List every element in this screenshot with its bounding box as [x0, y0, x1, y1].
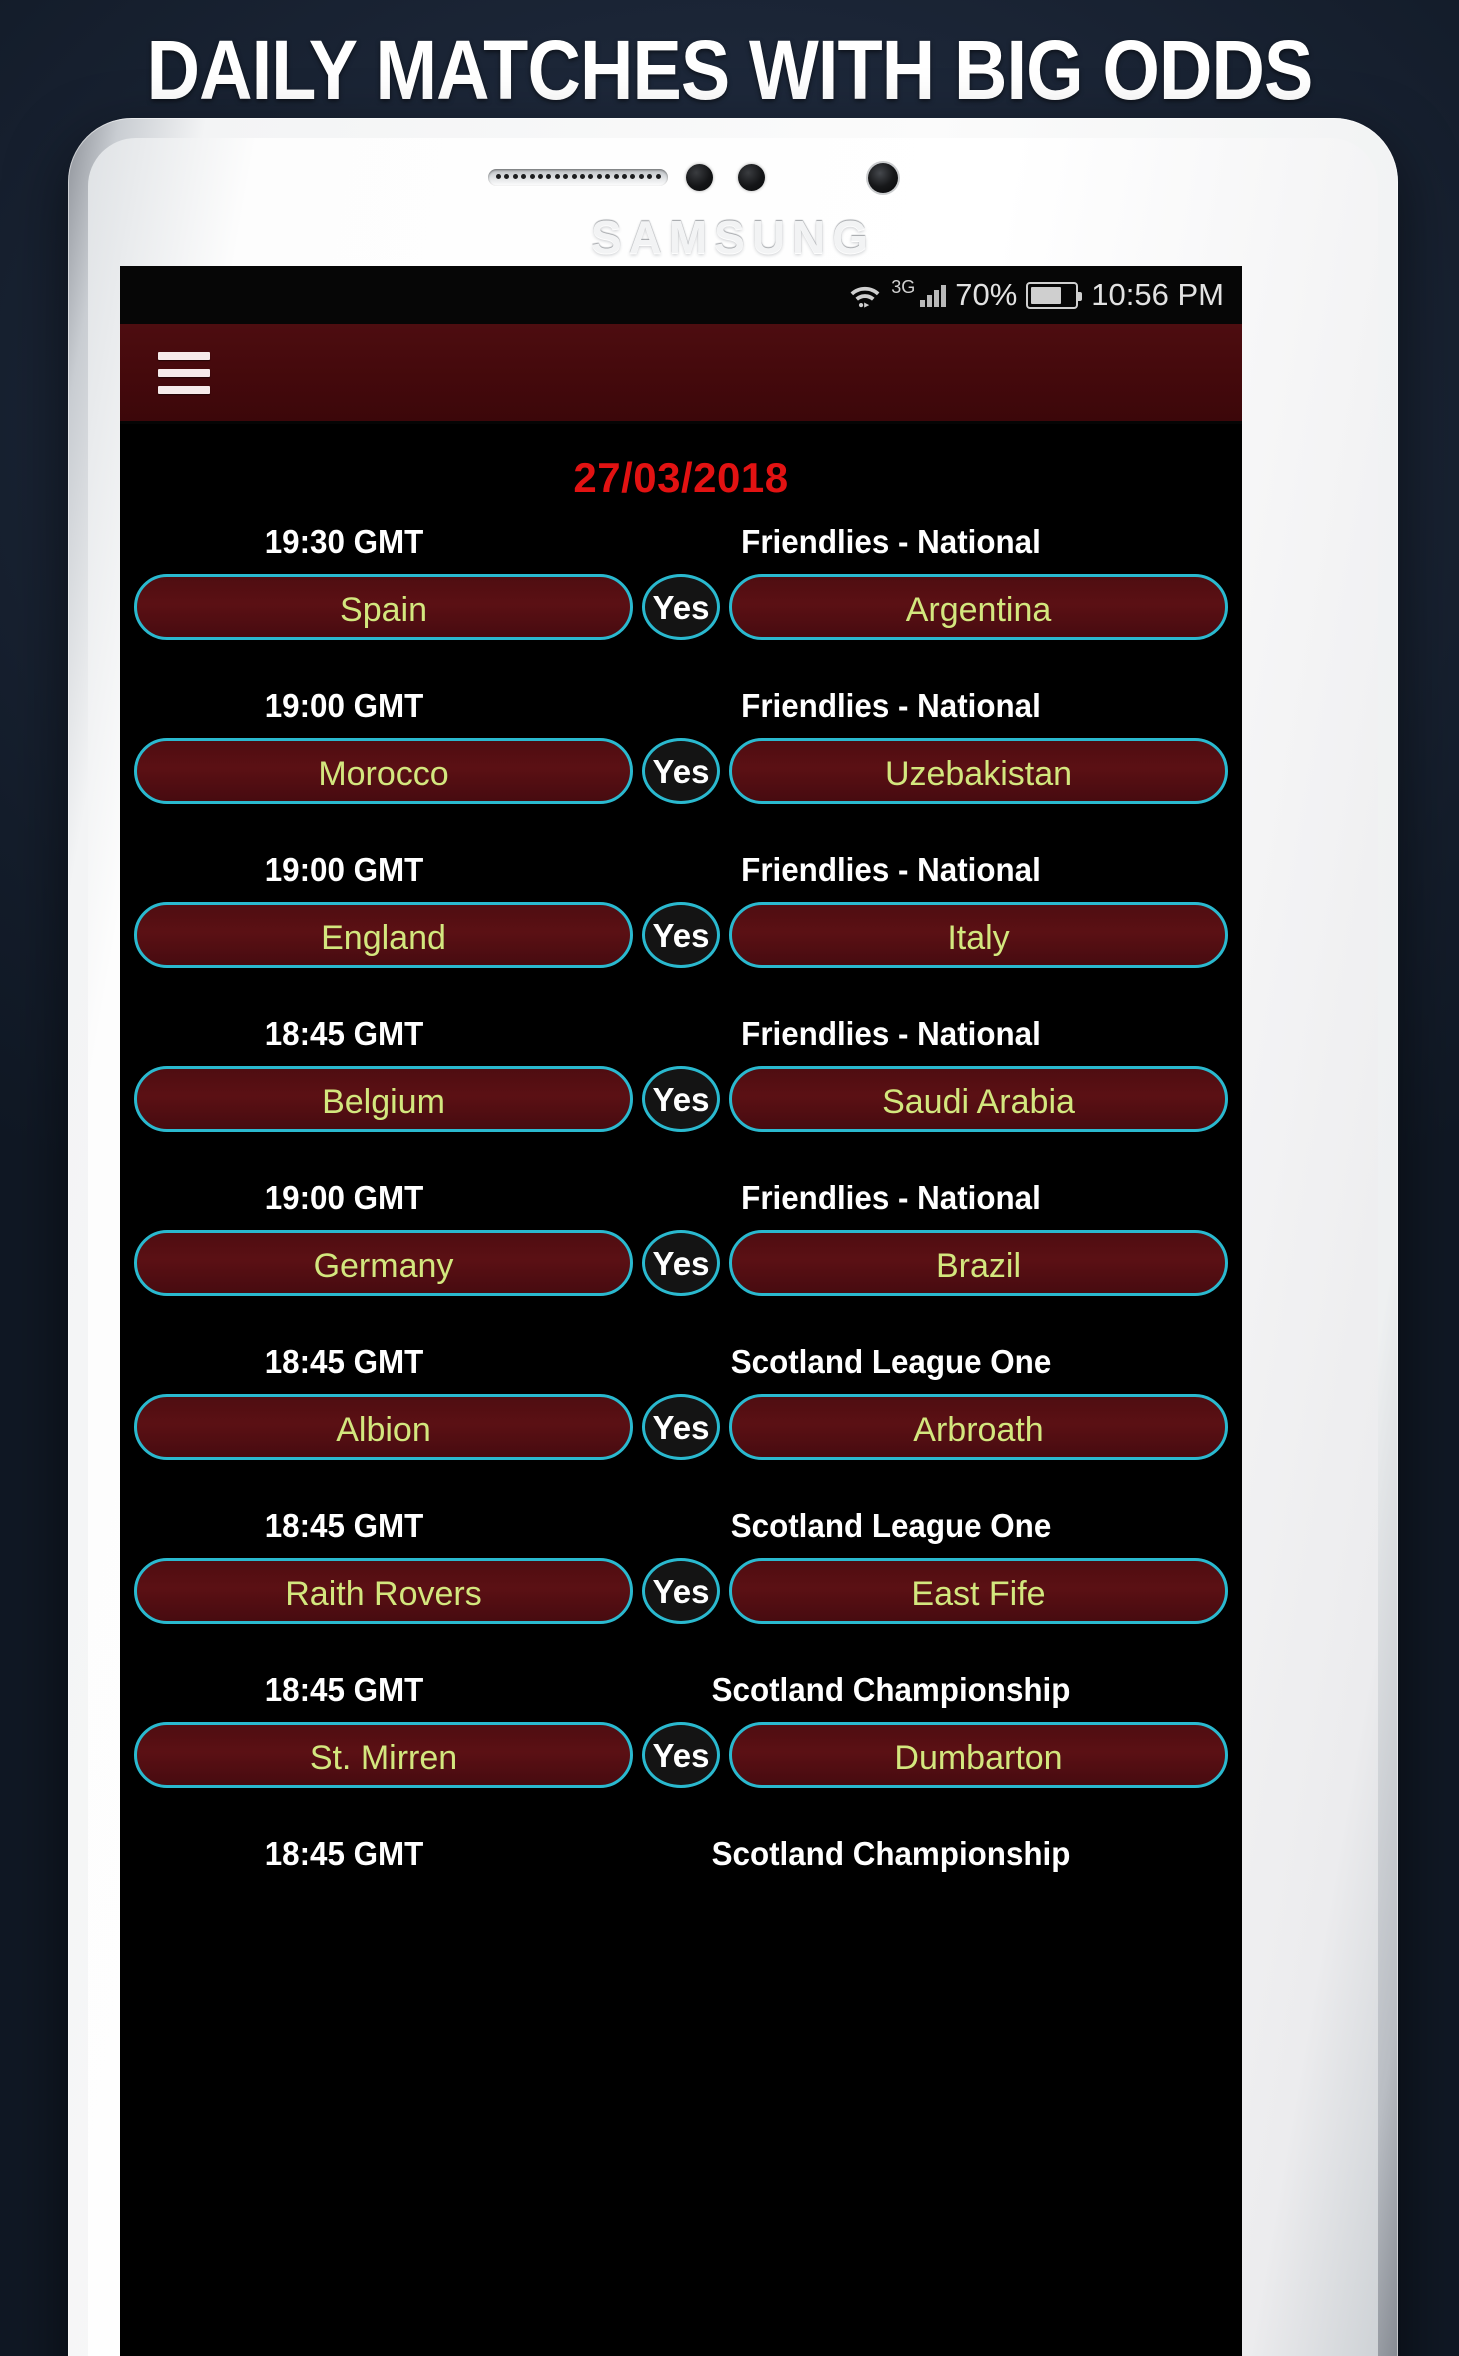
home-team-button[interactable]: Raith Rovers — [134, 1558, 633, 1624]
match-row: 18:45 GMT Scotland Championship St. Mirren… — [120, 1662, 1242, 1800]
network-type-label: 3G — [891, 277, 916, 297]
front-camera-icon — [868, 163, 898, 193]
match-kickoff-time: 19:00 GMT — [264, 851, 424, 888]
match-teams-row: Albion Yes Arbroath — [134, 1394, 1228, 1460]
phone-bezel: SAMSUNG 3G 70% 10:56 PM 27/03/2018 19:30… — [88, 138, 1378, 2356]
match-teams-row: Belgium Yes Saudi Arabia — [134, 1066, 1228, 1132]
match-kickoff-time: 19:00 GMT — [264, 1179, 424, 1216]
match-kickoff-time: 18:45 GMT — [264, 1343, 424, 1380]
battery-percent-label: 70% — [955, 277, 1018, 312]
match-teams-row: England Yes Italy — [134, 902, 1228, 968]
match-kickoff-time: 19:30 GMT — [264, 523, 424, 560]
match-separator — [120, 980, 1242, 1006]
match-row: 18:45 GMT Scotland League One Albion Yes Arb… — [120, 1334, 1242, 1472]
match-league-label: Friendlies - National — [741, 1015, 1041, 1052]
match-separator — [120, 652, 1242, 678]
yes-prediction-button[interactable]: Yes — [642, 574, 720, 640]
away-team-button[interactable]: Saudi Arabia — [729, 1066, 1228, 1132]
app-bar — [120, 324, 1242, 424]
yes-prediction-button[interactable]: Yes — [642, 1558, 720, 1624]
match-separator — [120, 1472, 1242, 1498]
match-teams-row: Germany Yes Brazil — [134, 1230, 1228, 1296]
match-row: 19:30 GMT Friendlies - National Spain Yes Ar… — [120, 514, 1242, 652]
match-header: 18:45 GMT Scotland Championship — [134, 1826, 1228, 1882]
match-list: 27/03/2018 19:30 GMT Friendlies - Nationa… — [120, 424, 1242, 1894]
away-team-button[interactable]: Italy — [729, 902, 1228, 968]
away-team-button[interactable]: East Fife — [729, 1558, 1228, 1624]
match-kickoff-time: 18:45 GMT — [264, 1015, 424, 1052]
match-separator — [120, 1636, 1242, 1662]
home-team-button[interactable]: Spain — [134, 574, 633, 640]
match-kickoff-time: 18:45 GMT — [264, 1835, 424, 1872]
yes-prediction-button[interactable]: Yes — [642, 1722, 720, 1788]
proximity-sensor-icon — [686, 164, 713, 191]
match-separator — [120, 1308, 1242, 1334]
match-header: 18:45 GMT Friendlies - National — [134, 1006, 1228, 1062]
match-league-label: Friendlies - National — [741, 687, 1041, 724]
status-bar: 3G 70% 10:56 PM — [120, 266, 1242, 324]
match-league-label: Scotland League One — [730, 1507, 1052, 1544]
away-team-button[interactable]: Uzebakistan — [729, 738, 1228, 804]
match-teams-row: Spain Yes Argentina — [134, 574, 1228, 640]
match-header: 19:00 GMT Friendlies - National — [134, 1170, 1228, 1226]
match-header: 18:45 GMT Scotland League One — [134, 1498, 1228, 1554]
hamburger-menu-icon[interactable] — [158, 351, 210, 394]
home-team-button[interactable]: St. Mirren — [134, 1722, 633, 1788]
match-league-label: Friendlies - National — [741, 523, 1041, 560]
match-kickoff-time: 19:00 GMT — [264, 687, 424, 724]
match-header: 19:00 GMT Friendlies - National — [134, 842, 1228, 898]
match-row: 19:00 GMT Friendlies - National Morocco Yes… — [120, 678, 1242, 816]
match-row: 18:45 GMT Friendlies - National Belgium Yes… — [120, 1006, 1242, 1144]
yes-prediction-button[interactable]: Yes — [642, 902, 720, 968]
promo-screenshot: DAILY MATCHES WITH BIG ODDS SAMSUNG 3G 7… — [0, 0, 1459, 2356]
battery-icon — [1026, 281, 1083, 309]
signal-bars-icon — [920, 283, 947, 307]
match-league-label: Scotland League One — [730, 1343, 1052, 1380]
yes-prediction-button[interactable]: Yes — [642, 1394, 720, 1460]
match-header: 18:45 GMT Scotland League One — [134, 1334, 1228, 1390]
match-header: 18:45 GMT Scotland Championship — [134, 1662, 1228, 1718]
match-league-label: Friendlies - National — [741, 1179, 1041, 1216]
away-team-button[interactable]: Argentina — [729, 574, 1228, 640]
match-teams-row: Morocco Yes Uzebakistan — [134, 738, 1228, 804]
match-league-label: Friendlies - National — [741, 851, 1041, 888]
light-sensor-icon — [738, 164, 765, 191]
match-league-label: Scotland Championship — [711, 1671, 1071, 1708]
match-kickoff-time: 18:45 GMT — [264, 1671, 424, 1708]
away-team-button[interactable]: Dumbarton — [729, 1722, 1228, 1788]
away-team-button[interactable]: Brazil — [729, 1230, 1228, 1296]
yes-prediction-button[interactable]: Yes — [642, 1230, 720, 1296]
match-teams-row: St. Mirren Yes Dumbarton — [134, 1722, 1228, 1788]
phone-screen: 3G 70% 10:56 PM 27/03/2018 19:30 GMT Fri… — [120, 266, 1242, 2356]
date-header: 27/03/2018 — [573, 454, 789, 501]
matches-container: 19:30 GMT Friendlies - National Spain Yes Ar… — [120, 514, 1242, 1894]
match-separator — [120, 1800, 1242, 1826]
match-row: 19:00 GMT Friendlies - National Germany Yes… — [120, 1170, 1242, 1308]
match-teams-row: Raith Rovers Yes East Fife — [134, 1558, 1228, 1624]
earpiece-speaker-icon — [488, 169, 668, 186]
match-row: 18:45 GMTScotland ChampionshipYes — [120, 1826, 1242, 1894]
away-team-button[interactable]: Arbroath — [729, 1394, 1228, 1460]
match-separator — [120, 816, 1242, 842]
phone-device-frame: SAMSUNG 3G 70% 10:56 PM 27/03/2018 19:30… — [68, 118, 1398, 2356]
promo-headline: DAILY MATCHES WITH BIG ODDS — [146, 23, 1314, 117]
yes-prediction-button[interactable]: Yes — [642, 1066, 720, 1132]
match-league-label: Scotland Championship — [711, 1835, 1071, 1872]
match-row: 18:45 GMT Scotland League One Raith Rovers… — [120, 1498, 1242, 1636]
samsung-brand-logo: SAMSUNG — [590, 211, 876, 263]
match-row: 19:00 GMT Friendlies - National England Yes… — [120, 842, 1242, 980]
wifi-icon — [850, 286, 880, 308]
match-separator — [120, 1144, 1242, 1170]
match-kickoff-time: 18:45 GMT — [264, 1507, 424, 1544]
home-team-button[interactable]: Belgium — [134, 1066, 633, 1132]
home-team-button[interactable]: Morocco — [134, 738, 633, 804]
home-team-button[interactable]: Albion — [134, 1394, 633, 1460]
match-header: 19:00 GMT Friendlies - National — [134, 678, 1228, 734]
match-header: 19:30 GMT Friendlies - National — [134, 514, 1228, 570]
yes-prediction-button[interactable]: Yes — [642, 738, 720, 804]
status-bar-clock: 10:56 PM — [1091, 277, 1224, 312]
home-team-button[interactable]: England — [134, 902, 633, 968]
home-team-button[interactable]: Germany — [134, 1230, 633, 1296]
